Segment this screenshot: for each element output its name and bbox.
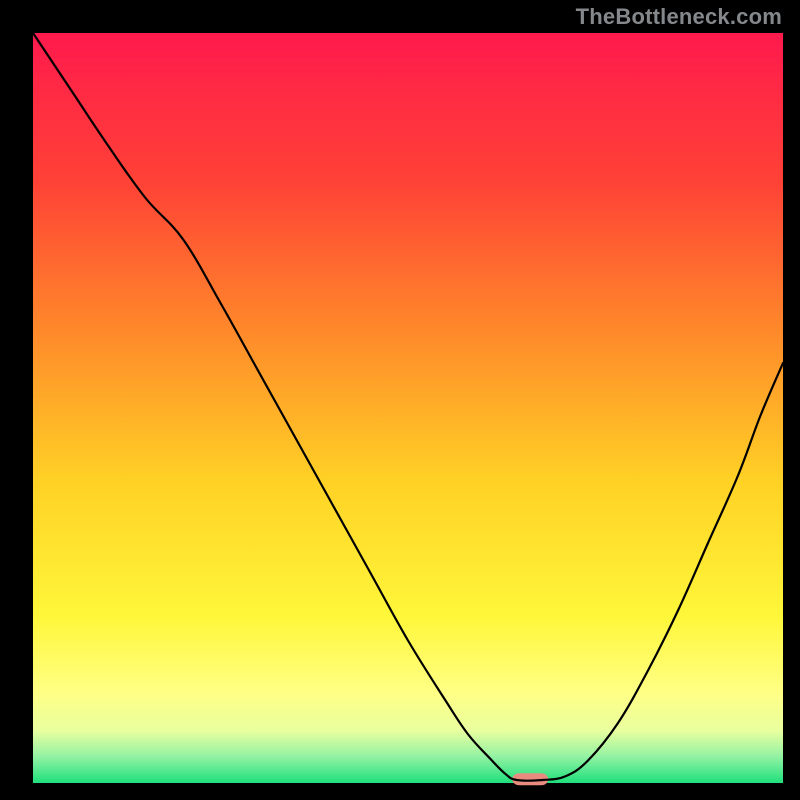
plot-background bbox=[33, 33, 783, 783]
plot-svg bbox=[0, 0, 800, 800]
chart-frame: TheBottleneck.com bbox=[0, 0, 800, 800]
watermark-text: TheBottleneck.com bbox=[576, 4, 782, 30]
